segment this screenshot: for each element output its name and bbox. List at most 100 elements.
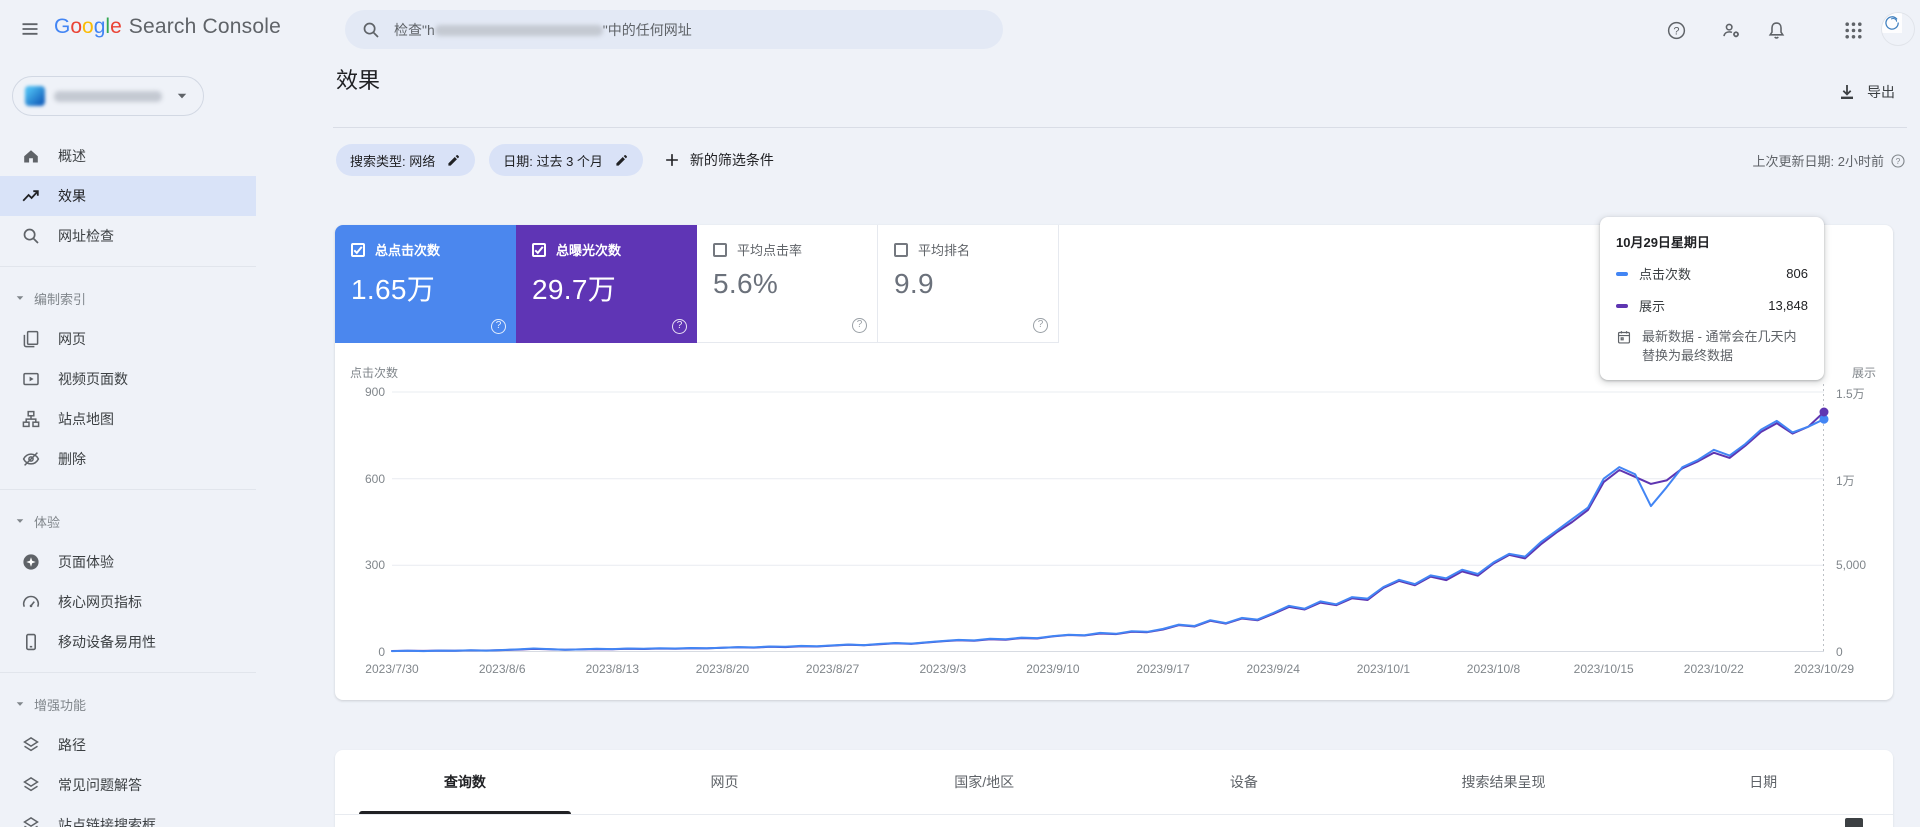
metric-help-icon[interactable]: ? xyxy=(672,319,687,334)
sidebar-label: 站点链接搜索框 xyxy=(58,817,156,827)
removals-icon xyxy=(21,449,41,469)
chart-tooltip: 10月29日星期日 点击次数 806 展示 13,848 最新数据 - 通常会在几天内… xyxy=(1600,217,1824,380)
metric-help-icon[interactable]: ? xyxy=(491,319,506,334)
unchecked-checkbox[interactable] xyxy=(894,242,908,257)
sidebar-item-sitelinks-searchbox[interactable]: 站点链接搜索框 xyxy=(0,805,256,827)
section-collapse-icon xyxy=(13,697,27,711)
x-axis-tick: 2023/9/3 xyxy=(919,662,967,676)
right-axis-title: 展示 xyxy=(1852,366,1877,380)
bell-icon xyxy=(1766,20,1787,41)
right-axis-tick: 1.5万 xyxy=(1836,387,1865,401)
metric-header: 总点击次数 xyxy=(351,240,500,259)
metric-value: 9.9 xyxy=(894,268,934,299)
tab-countries[interactable]: 国家/地区 xyxy=(854,750,1114,814)
help-button[interactable]: ? xyxy=(1656,10,1696,50)
sidebar-section-enhancements[interactable]: 增强功能 xyxy=(0,683,256,725)
dimensions-table-card: 查询数 网页 国家/地区 设备 搜索结果呈现 日期 xyxy=(335,750,1893,827)
sidebar-section-indexing[interactable]: 编制索引 xyxy=(0,277,256,319)
sidebar-item-removals[interactable]: 删除 xyxy=(0,439,256,479)
metric-header: 平均排名 xyxy=(894,240,1042,259)
sidebar-label: 删除 xyxy=(58,451,86,467)
pages-icon xyxy=(21,329,41,349)
top-bar: Google Search Console 检查"h "中的任何网址 ? xyxy=(0,0,1920,59)
metric-help-icon[interactable]: ? xyxy=(1033,318,1048,333)
avatar[interactable] xyxy=(1882,13,1914,45)
sidebar-item-pages[interactable]: 网页 xyxy=(0,319,256,359)
checked-checkbox[interactable] xyxy=(351,242,365,257)
tab-label: 国家/地区 xyxy=(954,774,1015,790)
metric-card-total-impressions[interactable]: 总曝光次数 29.7万? xyxy=(516,225,697,343)
search-icon xyxy=(361,20,381,40)
search-placeholder: 检查"h "中的任何网址 xyxy=(394,21,692,38)
x-axis-tick: 2023/10/8 xyxy=(1466,662,1521,676)
metric-card-avg-position[interactable]: 平均排名 9.9? xyxy=(878,225,1059,343)
hamburger-menu-icon[interactable] xyxy=(20,19,42,41)
tab-dates[interactable]: 日期 xyxy=(1633,750,1893,814)
question-icon[interactable]: ? xyxy=(1890,153,1906,169)
filter-chip-date-range[interactable]: 日期: 过去 3 个月 xyxy=(489,144,643,176)
filter-chip-label: 日期: 过去 3 个月 xyxy=(503,153,603,169)
line-chart[interactable] xyxy=(391,384,1829,653)
header-divider xyxy=(333,127,1907,128)
sitemaps-icon xyxy=(21,409,41,429)
filter-chip-label: 搜索类型: 网络 xyxy=(350,153,436,169)
sidebar-label: 编制索引 xyxy=(34,291,87,307)
sidebar-label: 体验 xyxy=(34,514,61,530)
filter-chip-search-type[interactable]: 搜索类型: 网络 xyxy=(336,144,476,176)
sidebar-label: 路径 xyxy=(58,737,86,753)
svg-text:?: ? xyxy=(1896,156,1901,166)
new-filter-button[interactable]: 新的筛选条件 xyxy=(663,150,774,170)
unchecked-checkbox[interactable] xyxy=(713,242,727,257)
sidebar-section-experience[interactable]: 体验 xyxy=(0,500,256,542)
sidebar-label: 站点地图 xyxy=(58,411,114,427)
sidebar-item-performance[interactable]: 效果 xyxy=(0,176,256,216)
tab-queries[interactable]: 查询数 xyxy=(335,750,595,814)
metric-value: 1.65万 xyxy=(351,274,435,305)
download-icon xyxy=(1837,82,1857,102)
x-axis-tick: 2023/9/10 xyxy=(1026,662,1080,676)
x-axis-tick: 2023/8/13 xyxy=(585,662,639,676)
x-axis-tick: 2023/10/15 xyxy=(1573,662,1634,676)
table-filter-icon[interactable] xyxy=(1845,818,1863,827)
property-selector[interactable] xyxy=(12,76,204,116)
metric-label: 总点击次数 xyxy=(375,243,441,258)
sidebar-item-sitemaps[interactable]: 站点地图 xyxy=(0,399,256,439)
notifications-button[interactable] xyxy=(1756,10,1796,50)
url-inspect-search-input[interactable]: 检查"h "中的任何网址 xyxy=(345,10,1003,49)
metric-card-avg-ctr[interactable]: 平均点击率 5.6%? xyxy=(697,225,878,343)
sidebar-item-overview[interactable]: 概述 xyxy=(0,136,256,176)
tab-label: 网页 xyxy=(710,774,739,790)
export-button[interactable]: 导出 xyxy=(1837,82,1895,102)
x-axis-tick: 2023/8/27 xyxy=(805,662,860,676)
metric-header: 总曝光次数 xyxy=(532,240,681,259)
tooltip-rows: 点击次数 806 展示 13,848 xyxy=(1616,264,1808,315)
tab-pages[interactable]: 网页 xyxy=(595,750,855,814)
google-logo-word: Google xyxy=(54,15,122,39)
sidebar-item-video-pages[interactable]: 视频页面数 xyxy=(0,359,256,399)
sidebar-divider xyxy=(0,672,256,673)
tab-devices[interactable]: 设备 xyxy=(1114,750,1374,814)
filters-row: 搜索类型: 网络 日期: 过去 3 个月 新的筛选条件 xyxy=(336,144,774,176)
help-icon: ? xyxy=(1666,20,1687,41)
sidebar-item-breadcrumbs[interactable]: 路径 xyxy=(0,725,256,765)
sidebar-item-page-experience[interactable]: 页面体验 xyxy=(0,542,256,582)
search-icon xyxy=(21,226,41,246)
left-axis-tick: 900 xyxy=(364,385,385,399)
user-settings-button[interactable] xyxy=(1711,10,1751,50)
checked-checkbox[interactable] xyxy=(532,242,546,257)
tab-search-appearance[interactable]: 搜索结果呈现 xyxy=(1374,750,1634,814)
sidebar-item-mobile-usability[interactable]: 移动设备易用性 xyxy=(0,622,256,662)
tooltip-series-label: 展示 xyxy=(1639,299,1666,314)
tab-label: 搜索结果呈现 xyxy=(1461,774,1546,790)
page-experience-icon xyxy=(21,552,41,572)
metric-help-icon[interactable]: ? xyxy=(852,318,867,333)
apps-button[interactable] xyxy=(1833,10,1873,50)
property-favicon xyxy=(25,86,45,106)
sidebar-item-url-inspection[interactable]: 网址检查 xyxy=(0,216,256,256)
sidebar-item-faq[interactable]: 常见问题解答 xyxy=(0,765,256,805)
metric-card-total-clicks[interactable]: 总点击次数 1.65万? xyxy=(335,225,516,343)
right-axis-tick: 5,000 xyxy=(1836,558,1867,573)
redacted-property-name xyxy=(54,90,162,102)
filter-chips: 搜索类型: 网络 日期: 过去 3 个月 xyxy=(336,144,643,176)
sidebar-item-core-web-vitals[interactable]: 核心网页指标 xyxy=(0,582,256,622)
